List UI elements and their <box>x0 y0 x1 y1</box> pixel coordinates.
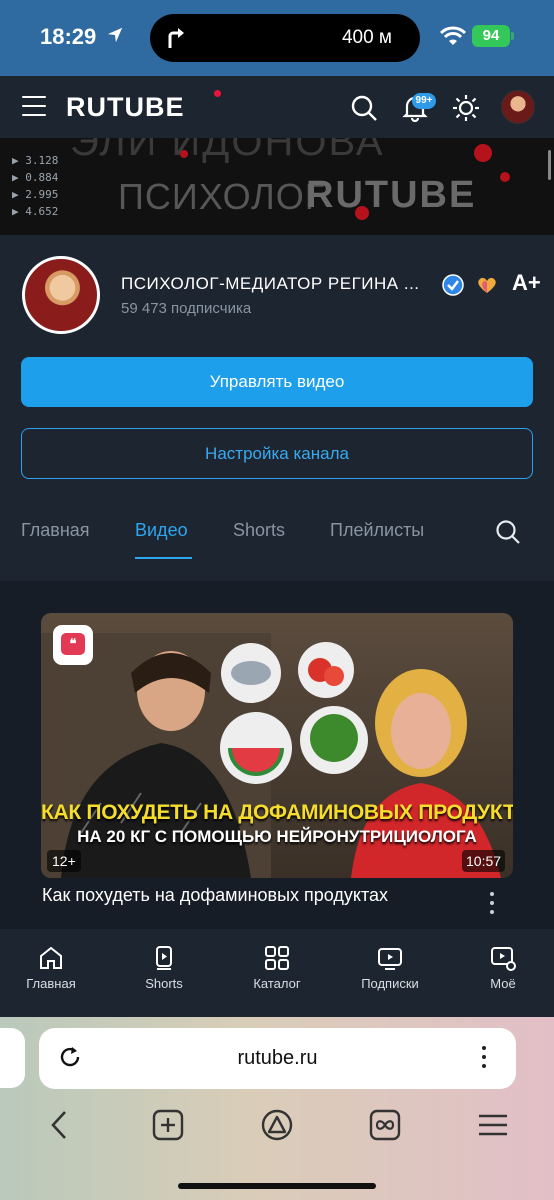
nav-home[interactable]: Главная <box>1 929 101 1009</box>
new-tab-icon[interactable] <box>151 1108 185 1142</box>
battery-tip <box>511 32 514 40</box>
channel-avatar[interactable] <box>22 256 100 334</box>
search-icon[interactable] <box>350 94 378 122</box>
channel-logo-icon: ❝ <box>53 625 93 665</box>
wifi-icon <box>440 26 466 45</box>
banner-stats: ▶ 3.128 ▶ 0.884 ▶ 2.995 ▶ 4.652 <box>12 152 58 220</box>
thumbnail-food-plates <box>220 642 368 784</box>
previous-tab-peek[interactable] <box>0 1028 25 1088</box>
turn-right-icon <box>168 28 184 48</box>
nav-shorts[interactable]: Shorts <box>114 929 214 1009</box>
manage-video-button[interactable]: Управлять видео <box>21 357 533 407</box>
navigation-distance: 400 м <box>341 27 392 48</box>
banner-stat: ▶ 2.995 <box>12 188 59 201</box>
bottom-navigation: Главная Shorts Каталог Подписки Моё <box>0 929 554 1017</box>
tab-playlists[interactable]: Плейлисты <box>330 520 424 541</box>
banner-right-text: RUTUBE <box>306 174 477 216</box>
back-icon[interactable] <box>43 1108 77 1142</box>
subscriber-count: 59 473 подписчика <box>121 300 252 317</box>
menu-icon[interactable] <box>22 96 46 116</box>
search-icon[interactable] <box>495 519 521 545</box>
add-icon[interactable]: A+ <box>512 270 541 296</box>
logo-dot <box>214 90 221 97</box>
rutube-logo[interactable]: RUTUBE <box>66 92 185 123</box>
menu-icon[interactable] <box>476 1108 510 1142</box>
nav-label: Главная <box>26 976 76 991</box>
banner-decoration <box>355 206 369 220</box>
channel-tabs: Главная Видео Shorts Плейлисты <box>0 505 554 559</box>
banner-stat: ▶ 3.128 <box>12 154 59 167</box>
more-options-icon[interactable] <box>484 892 500 916</box>
catalog-icon <box>265 946 289 970</box>
thumbnail-title-line2: НА 20 КГ С ПОМОЩЬЮ НЕЙРОНУТРИЦИОЛОГА <box>77 827 477 846</box>
age-rating-badge: 12+ <box>47 850 81 872</box>
banner-stat: ▶ 4.652 <box>12 205 59 218</box>
verified-icon <box>442 274 464 296</box>
heart-icon[interactable] <box>476 274 498 296</box>
more-icon[interactable] <box>480 1046 488 1072</box>
my-icon <box>491 947 516 971</box>
tabs-icon[interactable] <box>368 1108 402 1142</box>
nav-label: Подписки <box>361 976 419 991</box>
status-time: 18:29 <box>40 24 97 49</box>
banner-decoration <box>474 144 492 162</box>
status-bar: 18:29 400 м 94 <box>0 0 554 76</box>
nav-catalog[interactable]: Каталог <box>227 929 327 1009</box>
banner-stat: ▶ 0.884 <box>12 171 59 184</box>
channel-banner: ЭЛИ ИДОНОВА ПСИХОЛОГ RUTUBE ▶ 3.128 ▶ 0.… <box>0 138 554 235</box>
nav-label: Shorts <box>145 976 183 991</box>
notification-badge: 99+ <box>412 93 436 109</box>
dynamic-island[interactable]: 400 м <box>150 14 420 62</box>
user-avatar[interactable] <box>501 90 535 124</box>
tab-main[interactable]: Главная <box>21 520 90 541</box>
shorts-icon <box>156 946 172 970</box>
banner-left-text: ПСИХОЛОГ <box>118 176 326 217</box>
sun-icon[interactable] <box>452 94 480 122</box>
channel-name[interactable]: ПСИХОЛОГ-МЕДИАТОР РЕГИНА ... <box>121 274 421 294</box>
app-header: RUTUBE 99+ <box>0 76 554 138</box>
home-indicator[interactable] <box>178 1183 376 1189</box>
banner-decoration <box>500 172 510 182</box>
nav-my[interactable]: Моё <box>453 929 553 1009</box>
home-icon <box>40 946 62 969</box>
battery-indicator: 94 <box>472 25 510 47</box>
location-arrow-icon <box>107 27 123 43</box>
channel-settings-button[interactable]: Настройка канала <box>21 428 533 479</box>
nav-subscriptions[interactable]: Подписки <box>340 929 440 1009</box>
banner-top-text: ЭЛИ ИДОНОВА <box>70 138 385 164</box>
nav-label: Моё <box>490 976 516 991</box>
thumbnail-title-line1: КАК ПОХУДЕТЬ НА ДОФАМИНОВЫХ ПРОДУКТАХ <box>41 801 513 824</box>
tab-video[interactable]: Видео <box>135 520 188 541</box>
video-title[interactable]: Как похудеть на дофаминовых продуктах <box>42 885 388 906</box>
tab-shorts[interactable]: Shorts <box>233 520 285 541</box>
active-tab-indicator <box>135 557 192 559</box>
subscriptions-icon <box>378 948 402 970</box>
banner-decoration <box>180 150 188 158</box>
nav-label: Каталог <box>253 976 301 991</box>
alice-icon[interactable] <box>260 1108 294 1142</box>
page-scrollbar[interactable] <box>548 150 551 180</box>
video-thumbnail[interactable]: ❝ КАК ПОХУДЕТЬ НА ДОФАМИНОВЫХ ПРОДУКТАХ … <box>41 613 513 878</box>
duration-badge: 10:57 <box>462 850 506 872</box>
url-text[interactable]: rutube.ru <box>39 1047 516 1070</box>
